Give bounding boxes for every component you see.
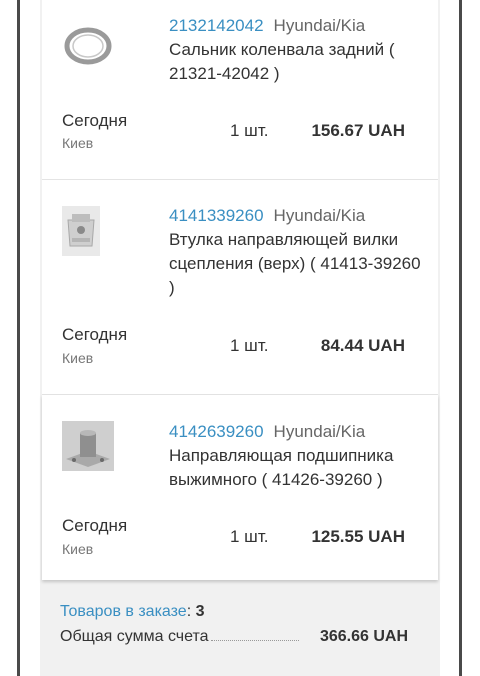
item-description: 4142639260 Hyundai/Kia Направляющая подши…	[169, 420, 424, 492]
item-code-link[interactable]: 4142639260	[169, 422, 264, 441]
item-name: Сальник коленвала задний ( 21321-42042 )	[169, 40, 395, 83]
item-code-link[interactable]: 2132142042	[169, 16, 264, 35]
item-brand: Hyundai/Kia	[273, 206, 366, 225]
bearing-guide-photo-icon[interactable]	[62, 421, 114, 471]
delivery-label: Сегодня	[62, 111, 128, 130]
order-summary-count: Товаров в заказе: 3	[60, 603, 205, 620]
leader-dots	[210, 640, 299, 641]
items-in-order-link[interactable]: Товаров в заказе	[60, 603, 187, 620]
order-item-3: 4142639260 Hyundai/Kia Направляющая подши…	[42, 395, 438, 580]
item-name: Втулка направляющей вилки сцепления (вер…	[169, 230, 421, 297]
item-name: Направляющая подшипника выжимного ( 4142…	[169, 446, 394, 489]
quantity: 1 шт.	[230, 121, 269, 140]
phone-frame-right	[459, 0, 462, 676]
item-price: 84.44 UAH	[320, 336, 405, 355]
bushing-photo-icon[interactable]	[62, 206, 100, 256]
order-item-1: 2132142042 Hyundai/Kia Сальник коленвала …	[42, 0, 438, 180]
delivery-label: Сегодня	[62, 325, 128, 344]
item-description: 2132142042 Hyundai/Kia Сальник коленвала …	[169, 14, 424, 86]
item-brand: Hyundai/Kia	[273, 16, 366, 35]
total-label: Общая сумма счета	[60, 628, 209, 645]
phone-frame-left	[17, 0, 20, 676]
city-label: Киев	[62, 135, 94, 151]
order-item-2: 4141339260 Hyundai/Kia Втулка направляюще…	[42, 180, 438, 395]
quantity: 1 шт.	[230, 336, 269, 355]
delivery-label: Сегодня	[62, 516, 128, 535]
order-summary-total: Общая сумма счета 366.66 UAH	[60, 628, 410, 646]
item-price: 156.67 UAH	[311, 121, 405, 140]
item-code-link[interactable]: 4141339260	[169, 206, 264, 225]
oil-seal-ring-icon[interactable]	[62, 20, 114, 72]
item-description: 4141339260 Hyundai/Kia Втулка направляюще…	[169, 204, 424, 300]
item-price: 125.55 UAH	[311, 527, 405, 546]
quantity: 1 шт.	[230, 527, 269, 546]
city-label: Киев	[62, 541, 94, 557]
city-label: Киев	[62, 350, 94, 366]
items-count: 3	[195, 603, 205, 620]
item-brand: Hyundai/Kia	[273, 422, 366, 441]
total-value: 366.66 UAH	[319, 628, 408, 645]
